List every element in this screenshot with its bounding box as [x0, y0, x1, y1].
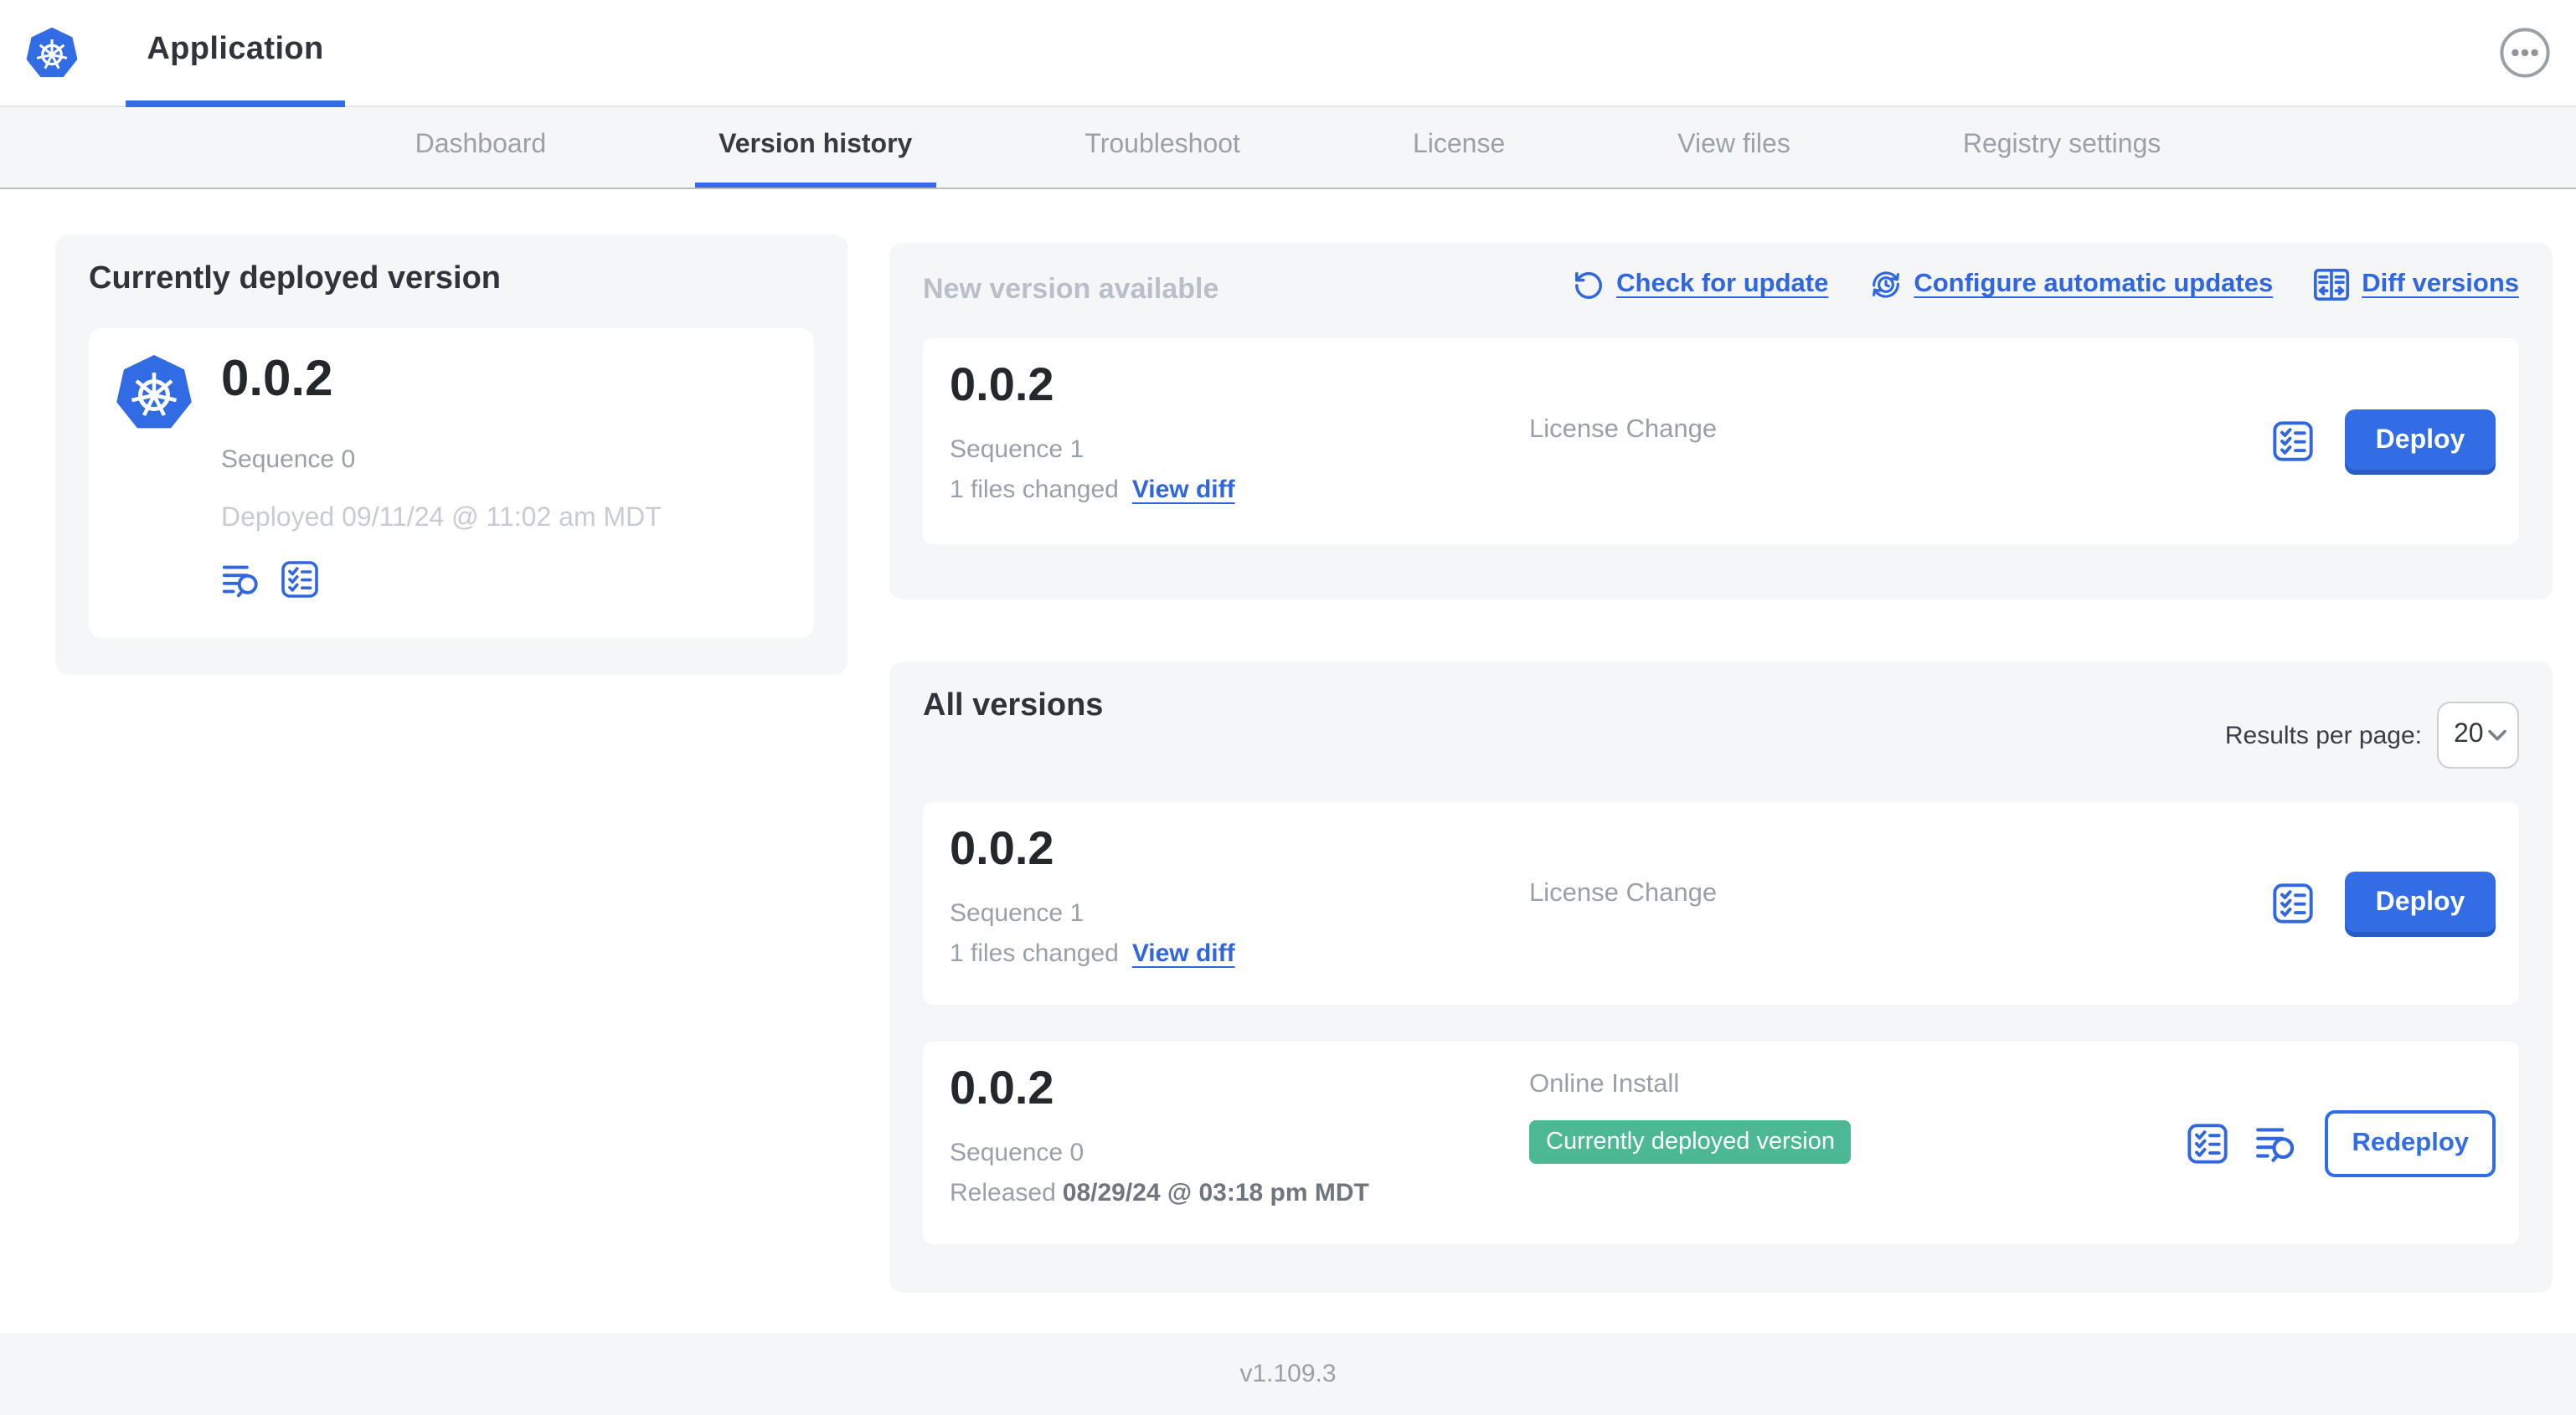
- sequence-label: Sequence 1: [950, 435, 1084, 464]
- currently-deployed-title: Currently deployed version: [89, 261, 502, 296]
- tab-dashboard[interactable]: Dashboard: [392, 107, 570, 188]
- version-label: 0.0.2: [950, 358, 1054, 410]
- diff-icon: [2313, 268, 2350, 301]
- version-label: 0.0.2: [950, 1062, 1054, 1114]
- app-footer: v1.109.3: [0, 1333, 2576, 1415]
- preflight-checks-icon[interactable]: [2271, 419, 2315, 463]
- currently-deployed-card: Currently deployed version 0.0.2 Sequenc…: [55, 234, 848, 675]
- results-per-page-value: 20: [2454, 720, 2484, 749]
- new-version-title: New version available: [923, 273, 1219, 305]
- new-version-card: New version available Check for update C…: [889, 243, 2553, 599]
- diff-versions-link[interactable]: Diff versions: [2313, 268, 2519, 301]
- configure-automatic-updates-link[interactable]: Configure automatic updates: [1868, 268, 2273, 301]
- ellipsis-menu-button[interactable]: [2499, 27, 2551, 79]
- kubernetes-logo-icon: [23, 25, 80, 82]
- tab-license[interactable]: License: [1389, 107, 1528, 188]
- all-versions-card: All versions Results per page: 20 0.0.2 …: [889, 661, 2553, 1293]
- version-label: 0.0.2: [950, 822, 1054, 874]
- sequence-label: Sequence 1: [950, 899, 1084, 928]
- currently-deployed-badge: Currently deployed version: [1529, 1120, 1852, 1164]
- view-diff-link[interactable]: View diff: [1132, 939, 1235, 968]
- clock-refresh-icon: [1868, 268, 1902, 301]
- view-release-notes-icon[interactable]: [2254, 1122, 2300, 1164]
- files-changed: 1 files changed View diff: [950, 476, 1235, 504]
- deploy-button[interactable]: Deploy: [2345, 871, 2496, 936]
- kots-admin-page: Application Dashboard Version history Tr…: [0, 0, 2576, 1415]
- preflight-checks-icon[interactable]: [2271, 882, 2315, 925]
- version-source-label: Online Install Currently deployed versio…: [1529, 1070, 1852, 1164]
- check-for-update-link[interactable]: Check for update: [1573, 269, 1828, 301]
- released-date: Released 08/29/24 @ 03:18 pm MDT: [950, 1179, 1369, 1207]
- files-changed: 1 files changed View diff: [950, 939, 1235, 968]
- app-title: Application: [147, 32, 324, 67]
- app-tab-application[interactable]: Application: [126, 0, 345, 107]
- tab-version-history[interactable]: Version history: [695, 107, 936, 188]
- kubernetes-logo-icon: [112, 352, 196, 435]
- tab-registry-settings[interactable]: Registry settings: [1940, 107, 2185, 188]
- view-release-notes-icon[interactable]: [221, 559, 263, 599]
- version-row: 0.0.2 Sequence 1 1 files changed View dif…: [923, 802, 2519, 1005]
- new-version-row: 0.0.2 Sequence 1 1 files changed View dif…: [923, 338, 2519, 544]
- tab-troubleshoot[interactable]: Troubleshoot: [1061, 107, 1264, 188]
- version-row: 0.0.2 Sequence 0 Released 08/29/24 @ 03:1…: [923, 1042, 2519, 1244]
- version-source-label: License Change: [1529, 879, 1718, 908]
- tab-view-files[interactable]: View files: [1654, 107, 1814, 188]
- preflight-checks-icon[interactable]: [280, 559, 320, 599]
- deployed-version-label: 0.0.2: [221, 352, 333, 407]
- results-per-page-select[interactable]: 20: [2437, 702, 2519, 769]
- chevron-down-icon: [2488, 729, 2506, 741]
- app-subnav: Dashboard Version history Troubleshoot L…: [0, 107, 2576, 189]
- sequence-label: Sequence 0: [950, 1139, 1084, 1167]
- app-header: Application: [0, 0, 2576, 107]
- preflight-checks-icon[interactable]: [2186, 1121, 2229, 1165]
- view-diff-link[interactable]: View diff: [1132, 476, 1235, 504]
- new-version-actions: Check for update Configure automatic upd…: [1573, 268, 2519, 301]
- deploy-button[interactable]: Deploy: [2345, 409, 2496, 474]
- redeploy-button[interactable]: Redeploy: [2325, 1109, 2496, 1176]
- deployed-version-panel: 0.0.2 Sequence 0 Deployed 09/11/24 @ 11:…: [89, 328, 814, 638]
- all-versions-title: All versions: [923, 688, 1104, 723]
- version-source-label: License Change: [1529, 415, 1718, 444]
- deployed-date-label: Deployed 09/11/24 @ 11:02 am MDT: [221, 504, 662, 533]
- console-version-label: v1.109.3: [1239, 1360, 1337, 1388]
- results-per-page-label: Results per page:: [2224, 721, 2422, 749]
- refresh-icon: [1573, 269, 1605, 301]
- deployed-sequence-label: Sequence 0: [221, 445, 356, 474]
- results-per-page: Results per page: 20: [2225, 702, 2519, 769]
